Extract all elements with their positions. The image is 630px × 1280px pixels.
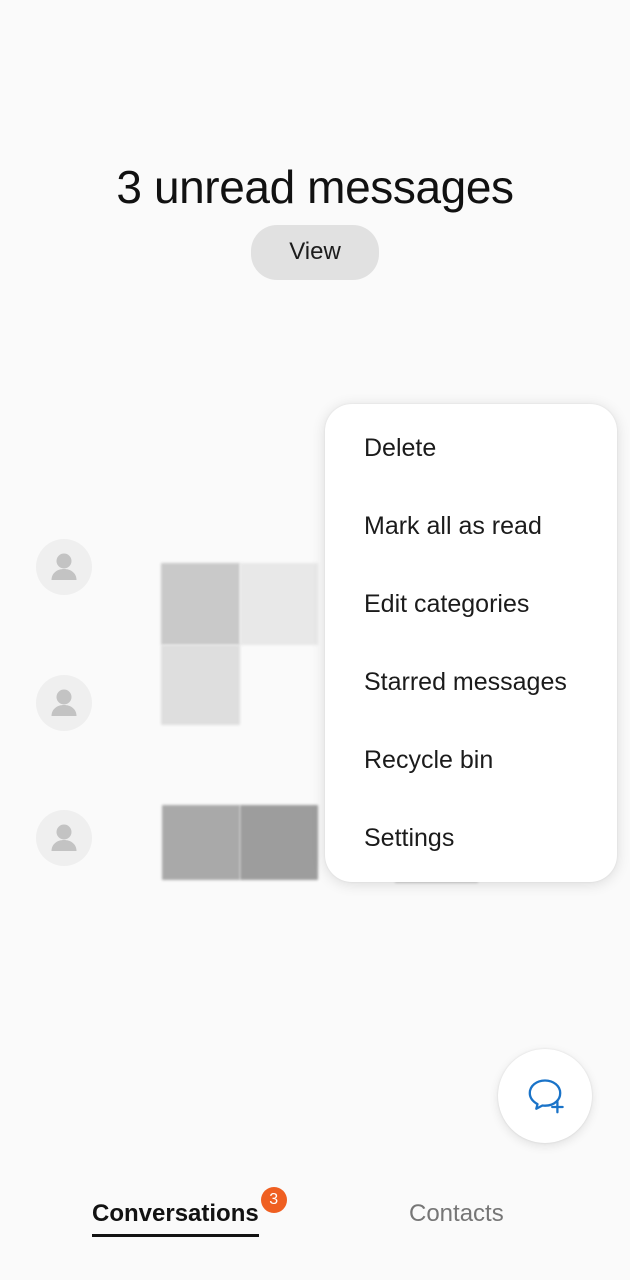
redacted-title [161,645,240,725]
menu-item-recycle-bin[interactable]: Recycle bin [364,740,617,780]
menu-item-label: Delete [364,434,437,462]
header: 3 unread messages View [0,0,630,300]
tab-contacts-label: Contacts [409,1200,504,1227]
menu-item-label: Starred messages [364,668,567,696]
menu-item-label: Settings [364,824,455,852]
overflow-menu: Delete Mark all as read Edit categories … [325,404,617,882]
new-message-icon [528,1079,564,1114]
menu-item-edit-categories[interactable]: Edit categories [364,584,617,624]
menu-item-label: Mark all as read [364,512,542,540]
menu-item-starred-messages[interactable]: Starred messages [364,662,617,702]
tab-conversations[interactable]: Conversations 3 [92,1187,287,1237]
unread-badge: 3 [260,1187,287,1213]
redacted-title [162,805,240,880]
redacted-preview [240,805,318,880]
person-icon [51,689,77,716]
menu-item-settings[interactable]: Settings [364,818,617,858]
avatar [36,675,92,731]
view-button[interactable]: View [251,225,379,280]
tab-conversations-label: Conversations [92,1199,259,1237]
page-title: 3 unread messages [116,161,514,213]
redacted-preview [240,563,318,645]
menu-item-mark-all-as-read[interactable]: Mark all as read [364,506,617,546]
redacted-title [161,563,240,645]
person-icon [51,824,77,851]
bottom-tab-bar: Conversations 3 Contacts [0,1185,630,1280]
menu-item-label: Recycle bin [364,746,494,774]
menu-item-label: Edit categories [364,590,530,618]
menu-item-delete[interactable]: Delete [364,428,617,468]
person-icon [51,553,77,580]
avatar [36,810,92,866]
new-conversation-fab[interactable] [498,1049,592,1143]
avatar [36,539,92,595]
tab-contacts[interactable]: Contacts [409,1199,504,1229]
